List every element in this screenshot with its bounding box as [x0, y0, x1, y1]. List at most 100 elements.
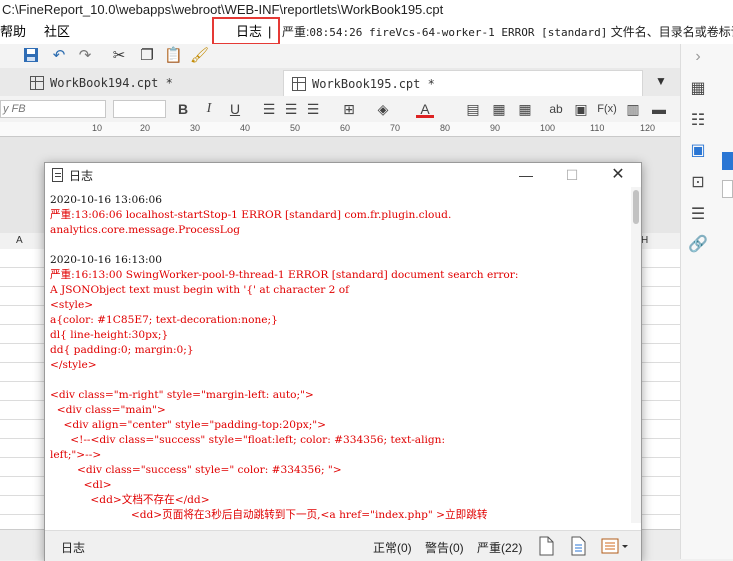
log-error-line: 严重:13:06:06 localhost-startStop-1 ERROR … — [50, 209, 452, 221]
ruler-tick: 40 — [240, 123, 251, 133]
tab-label: WorkBook194.cpt * — [50, 76, 173, 90]
tab-workbook195[interactable]: WorkBook195.cpt * — [283, 70, 643, 96]
dialog-title: 日志 — [69, 169, 94, 183]
log-date-line: 2020-10-16 13:06:06 — [50, 194, 163, 206]
ruler-tick: 30 — [190, 123, 201, 133]
log-error-line: </style> — [50, 359, 97, 371]
workbook-grid-icon — [30, 76, 44, 90]
condition-attr-icon[interactable]: ☰ — [687, 204, 709, 226]
cut-icon[interactable]: ✂ — [110, 47, 128, 65]
ruler: 10 20 30 40 50 60 70 80 90 100 110 120 — [0, 122, 680, 137]
log-error-line: analytics.core.message.ProcessLog — [50, 224, 240, 236]
log-scrollbar[interactable] — [631, 187, 641, 523]
sidebar-field[interactable] — [722, 180, 733, 198]
status-suffix: 文件名、目录名或卷标语法不 — [610, 25, 733, 39]
log-error-line: <div class="m-right" style="margin-left:… — [50, 389, 314, 401]
font-color-icon[interactable]: A — [416, 100, 434, 118]
hyperlink-icon[interactable]: 🔗 — [687, 234, 709, 256]
undo-icon[interactable]: ↶ — [50, 47, 68, 65]
dialog-title-bar[interactable]: 日志 — ☐ ✕ — [45, 163, 641, 187]
bold-button[interactable]: B — [174, 100, 192, 118]
paste-icon[interactable]: 📋 — [164, 47, 183, 65]
redo-icon[interactable]: ↷ — [76, 47, 94, 65]
log-document-icon — [52, 168, 63, 182]
align-left-icon[interactable]: ☰ — [260, 100, 278, 118]
ruler-tick: 80 — [440, 123, 451, 133]
log-error-line: <dl> — [50, 479, 112, 491]
tab-list-icon[interactable]: ▼ — [652, 74, 670, 90]
status-text: 08:54:26 fireVcs-64-worker-1 ERROR [stan… — [309, 26, 608, 39]
warning-count[interactable]: 警告(0) — [425, 539, 464, 556]
normal-count[interactable]: 正常(0) — [373, 539, 412, 556]
column-a-header[interactable]: A — [16, 235, 23, 246]
log-error-line: <div class="success" style=" color: #334… — [50, 464, 342, 476]
ruler-tick: 70 — [390, 123, 401, 133]
format-painter-icon[interactable]: 🖌 — [190, 47, 209, 65]
log-error-line: <!--<div class="success" style="float:le… — [50, 434, 446, 446]
cell-element-icon[interactable]: ☷ — [687, 110, 709, 132]
log-error-line: dl{ line-height:30px;} — [50, 329, 169, 341]
quick-toolbar: ↶ ↷ ✂ ❐ 📋 🖌 — [0, 44, 680, 68]
log-error-line: <dd>页面将在3秒后自动跳转到下一页,<a href="index.php" … — [50, 509, 488, 521]
log-highlight-frame — [212, 17, 280, 45]
workbook-grid-icon — [292, 77, 306, 91]
image-cell-icon[interactable]: ▣ — [572, 100, 590, 118]
log-error-line: <style> — [50, 299, 94, 311]
copy-icon[interactable]: ❐ — [138, 47, 156, 65]
column-h-header[interactable]: H — [641, 235, 648, 246]
close-button[interactable]: ✕ — [595, 163, 641, 187]
ruler-tick: 50 — [290, 123, 301, 133]
log-error-line: dd{ padding:0; margin:0;} — [50, 344, 194, 356]
log-date-line: 2020-10-16 16:13:00 — [50, 254, 163, 266]
text-cell-button[interactable]: ab — [546, 100, 566, 118]
underline-button[interactable]: U — [226, 100, 244, 118]
insert-row-icon[interactable]: ▦ — [490, 100, 508, 118]
clear-log-icon[interactable] — [569, 536, 589, 556]
cell-attr-icon[interactable]: ▦ — [687, 78, 709, 100]
menu-item-community[interactable]: 社区 — [44, 20, 70, 44]
tab-bar: WorkBook194.cpt * WorkBook195.cpt * — [0, 68, 680, 97]
ruler-tick: 60 — [340, 123, 351, 133]
insert-col-icon[interactable]: ▦ — [516, 100, 534, 118]
font-size-select[interactable] — [113, 100, 166, 118]
menu-log-status[interactable]: 严重:08:54:26 fireVcs-64-worker-1 ERROR [s… — [282, 20, 733, 44]
status-prefix: 严重: — [282, 25, 310, 39]
log-error-line: <div align="center" style="padding-top:2… — [50, 419, 327, 431]
log-error-line: left;">--> — [50, 449, 102, 461]
ruler-tick: 90 — [490, 123, 501, 133]
align-center-icon[interactable]: ☰ — [282, 100, 300, 118]
fill-color-icon[interactable]: ◈ — [374, 100, 392, 118]
log-error-line: <dd>文档不存在</dd> — [50, 494, 210, 506]
minimize-button[interactable]: — — [503, 163, 549, 187]
window-title-bar: C:\FineReport_10.0\webapps\webroot\WEB-I… — [0, 0, 733, 20]
maximize-button[interactable]: ☐ — [549, 163, 595, 187]
tab-workbook194[interactable]: WorkBook194.cpt * — [22, 70, 280, 96]
dropdown-widget-icon[interactable]: ⊡ — [687, 172, 709, 194]
log-error-line: <div class="main"> — [50, 404, 166, 416]
formula-button[interactable]: F(x) — [596, 100, 618, 118]
ruler-tick: 20 — [140, 123, 151, 133]
log-error-line: 严重:16:13:00 SwingWorker-pool-9-thread-1 … — [50, 269, 519, 281]
log-status-bar: 日志 正常(0) 警告(0) 严重(22) — [45, 530, 641, 561]
align-right-icon[interactable]: ☰ — [304, 100, 322, 118]
chart-cell-icon[interactable]: ▥ — [624, 100, 642, 118]
save-icon[interactable] — [22, 47, 40, 65]
subreport-icon[interactable]: ▬ — [650, 100, 668, 118]
scrollbar-thumb[interactable] — [633, 190, 639, 224]
italic-button[interactable]: I — [200, 100, 218, 118]
chevron-right-icon[interactable]: › — [687, 46, 709, 68]
ruler-tick: 10 — [92, 123, 103, 133]
menu-item-help[interactable]: 帮助 — [0, 20, 26, 44]
merge-icon[interactable]: ▤ — [464, 100, 482, 118]
log-level-menu-icon[interactable] — [601, 536, 631, 556]
log-text-area[interactable]: 2020-10-16 13:06:06 严重:13:06:06 localhost… — [45, 187, 631, 523]
tab-label: WorkBook195.cpt * — [312, 77, 435, 91]
severe-count[interactable]: 严重(22) — [477, 539, 522, 556]
font-name-select[interactable]: y FB — [0, 100, 106, 118]
widget-settings-icon[interactable]: ▣ — [687, 140, 709, 162]
ruler-tick: 110 — [590, 123, 605, 133]
border-icon[interactable]: ⊞ — [340, 100, 358, 118]
page-icon[interactable] — [537, 536, 557, 556]
log-tab-label[interactable]: 日志 — [61, 539, 85, 556]
ruler-tick: 100 — [540, 123, 556, 133]
